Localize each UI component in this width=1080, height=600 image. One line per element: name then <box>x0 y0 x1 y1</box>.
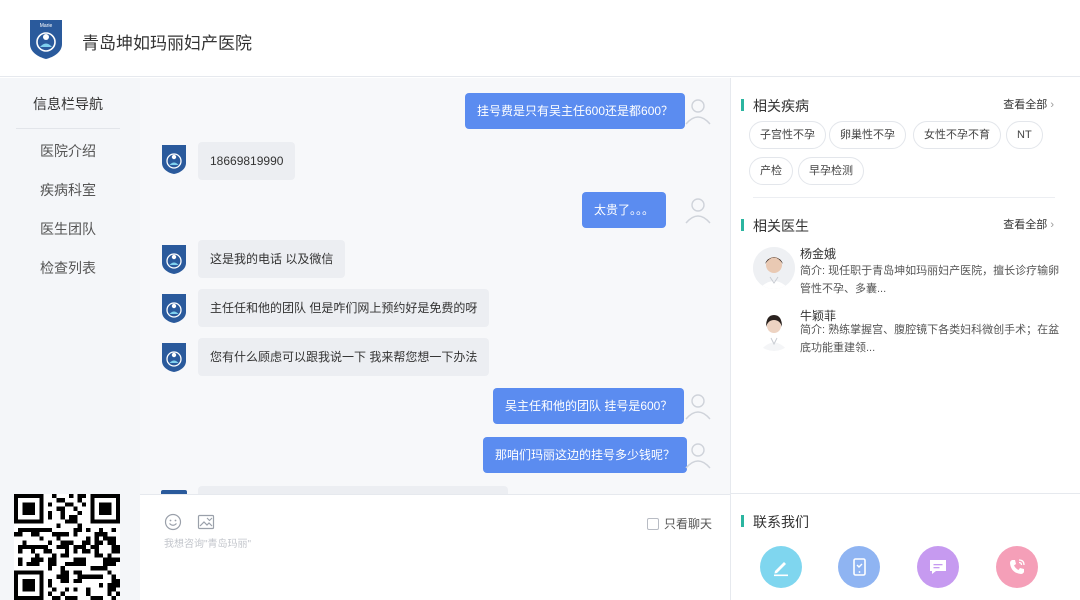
chevron-right-icon: › <box>1050 99 1054 111</box>
disease-tag[interactable]: 早孕检测 <box>798 157 864 185</box>
hospital-logo[interactable]: Marie <box>28 18 64 60</box>
contact-us-title: 联系我们 <box>753 514 809 530</box>
hospital-avatar-icon <box>162 294 186 323</box>
disease-tag[interactable]: 子宫性不孕 <box>749 121 826 149</box>
disease-tag[interactable]: NT <box>1006 121 1043 149</box>
chat-message-incoming: 主任任和他的团队 但是咋们网上预约好是免费的呀 <box>198 289 490 327</box>
sidebar-title: 信息栏导航 <box>16 94 120 129</box>
doctor-photo[interactable] <box>753 247 795 289</box>
chat-message-list[interactable]: 挂号费是只有吴主任600还是都600？ 18669819990 太贵了。。。 这… <box>140 78 730 494</box>
chat-message-incoming-partial <box>198 486 508 494</box>
sidebar-item-doctor-team[interactable]: 医生团队 <box>0 219 136 239</box>
chat-message-incoming: 这是我的电话 以及微信 <box>198 240 346 278</box>
only-chat-label: 只看聊天 <box>663 517 712 531</box>
message-input[interactable]: 我想咨询"青岛玛丽" <box>164 535 251 550</box>
only-chat-checkbox[interactable] <box>646 517 659 530</box>
svg-text:Marie: Marie <box>40 23 53 29</box>
contact-message-button[interactable] <box>760 546 802 588</box>
hospital-avatar-icon <box>162 245 186 274</box>
emoji-icon[interactable] <box>164 513 182 531</box>
contact-chat-button[interactable] <box>917 546 959 588</box>
related-doctors-title: 相关医生 <box>753 218 809 234</box>
sidebar-item-hospital-intro[interactable]: 医院介绍 <box>0 141 136 161</box>
section-marker <box>741 515 744 527</box>
doctor-name[interactable]: 杨金娥 <box>800 245 836 262</box>
qr-code <box>14 494 120 600</box>
user-avatar-icon <box>685 198 711 224</box>
chevron-right-icon: › <box>1050 219 1054 231</box>
hospital-avatar-icon <box>162 145 186 174</box>
disease-tag[interactable]: 产检 <box>749 157 793 185</box>
hospital-name: 青岛坤如玛丽妇产医院 <box>82 34 252 53</box>
chat-message-outgoing: 吴主任和他的团队 挂号是600？ <box>493 388 685 424</box>
sidebar-item-disease-departments[interactable]: 疾病科室 <box>0 180 136 200</box>
chat-message-incoming: 18669819990 <box>198 142 296 180</box>
doctor-photo[interactable] <box>753 309 795 351</box>
diseases-view-all-link[interactable]: 查看全部 › <box>1003 96 1054 112</box>
sidebar-nav: 信息栏导航 医院介绍 疾病科室 医生团队 检查列表 <box>0 78 140 600</box>
chat-message-outgoing: 挂号费是只有吴主任600还是都600？ <box>465 93 686 129</box>
disease-tag[interactable]: 卵巢性不孕 <box>829 121 906 149</box>
doctors-view-all-link[interactable]: 查看全部 › <box>1003 216 1054 232</box>
contact-mobile-button[interactable] <box>838 546 880 588</box>
section-divider <box>731 493 1080 494</box>
section-divider <box>753 197 1055 198</box>
chat-message-outgoing: 那咱们玛丽这边的挂号多少钱呢？ <box>483 437 688 473</box>
doctor-intro: 简介: 现任职于青岛坤如玛丽妇产医院，擅长诊疗输卵管性不孕、多囊... <box>800 265 1060 295</box>
doctor-intro: 简介: 熟练掌握宫、腹腔镜下各类妇科微创手术；在盆底功能重建领... <box>800 324 1060 354</box>
message-input-area[interactable]: 我想咨询"青岛玛丽" 只看聊天 <box>140 494 730 600</box>
sidebar-item-exam-list[interactable]: 检查列表 <box>0 258 136 278</box>
phone-card-icon <box>853 558 866 576</box>
section-marker <box>741 99 744 111</box>
user-avatar-icon <box>685 394 711 420</box>
chat-message-outgoing: 太贵了。。。 <box>582 192 667 228</box>
chat-message-incoming: 您有什么顾虑可以跟我说一下 我来帮您想一下办法 <box>198 338 490 376</box>
image-upload-icon[interactable] <box>197 513 215 531</box>
contact-call-button[interactable] <box>996 546 1038 588</box>
user-avatar-icon <box>685 443 711 469</box>
only-chat-toggle[interactable]: 只看聊天 <box>646 515 712 532</box>
right-panel: 相关疾病 查看全部 › 子宫性不孕 卵巢性不孕 女性不孕不育 NT 产检 早孕检… <box>731 78 1080 600</box>
related-diseases-title: 相关疾病 <box>753 98 809 114</box>
user-avatar-icon <box>685 99 711 125</box>
pen-icon <box>774 562 788 577</box>
hospital-avatar-icon <box>162 343 186 372</box>
header-bar: Marie 青岛坤如玛丽妇产医院 <box>0 0 1080 77</box>
phone-call-icon <box>1010 559 1025 574</box>
chat-bubble-icon <box>930 560 946 574</box>
section-marker <box>741 219 744 231</box>
disease-tag[interactable]: 女性不孕不育 <box>913 121 1001 149</box>
